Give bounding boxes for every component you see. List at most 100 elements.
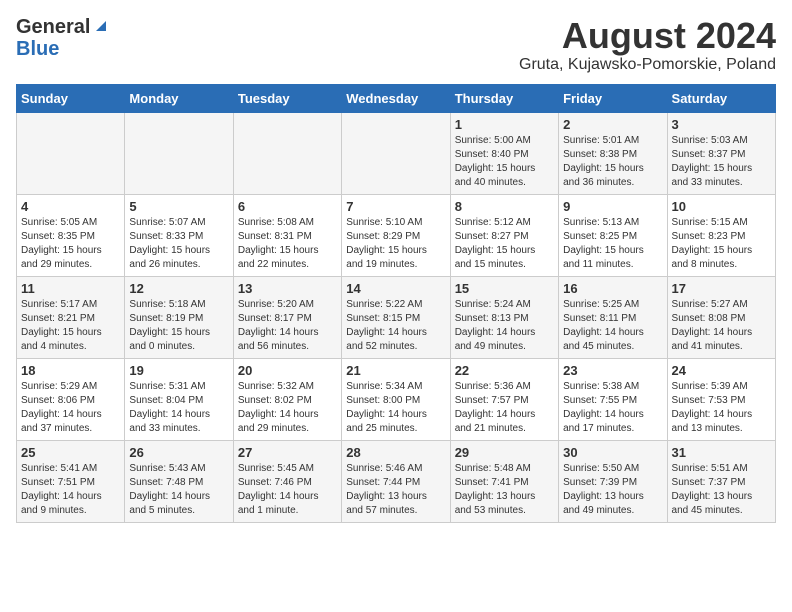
- day-number: 15: [455, 281, 554, 296]
- calendar-cell: 12Sunrise: 5:18 AM Sunset: 8:19 PM Dayli…: [125, 276, 233, 358]
- day-info: Sunrise: 5:51 AM Sunset: 7:37 PM Dayligh…: [672, 462, 771, 518]
- calendar-cell: 26Sunrise: 5:43 AM Sunset: 7:48 PM Dayli…: [125, 440, 233, 522]
- day-number: 4: [21, 199, 120, 214]
- header-thursday: Thursday: [450, 84, 558, 112]
- day-number: 16: [563, 281, 662, 296]
- day-info: Sunrise: 5:22 AM Sunset: 8:15 PM Dayligh…: [346, 298, 445, 354]
- day-info: Sunrise: 5:27 AM Sunset: 8:08 PM Dayligh…: [672, 298, 771, 354]
- day-number: 1: [455, 117, 554, 132]
- header-saturday: Saturday: [667, 84, 775, 112]
- calendar-cell: 9Sunrise: 5:13 AM Sunset: 8:25 PM Daylig…: [559, 194, 667, 276]
- calendar-cell: 2 Sunrise: 5:01 AM Sunset: 8:38 PM Daylig…: [559, 112, 667, 194]
- logo: General Blue: [16, 16, 110, 60]
- day-number: 30: [563, 445, 662, 460]
- day-number: 27: [238, 445, 337, 460]
- day-number: 17: [672, 281, 771, 296]
- day-info: Sunrise: 5:25 AM Sunset: 8:11 PM Dayligh…: [563, 298, 662, 354]
- header-row: Sunday Monday Tuesday Wednesday Thursday…: [17, 84, 776, 112]
- calendar-week-3: 11 Sunrise: 5:17 AM Sunset: 8:21 PM Dayli…: [17, 276, 776, 358]
- calendar-cell: 27Sunrise: 5:45 AM Sunset: 7:46 PM Dayli…: [233, 440, 341, 522]
- day-number: 31: [672, 445, 771, 460]
- day-number: 5: [129, 199, 228, 214]
- calendar-cell: 30 Sunrise: 5:50 AM Sunset: 7:39 PM Dayli…: [559, 440, 667, 522]
- day-info: Sunrise: 5:32 AM Sunset: 8:02 PM Dayligh…: [238, 380, 337, 436]
- calendar-cell: 8Sunrise: 5:12 AM Sunset: 8:27 PM Daylig…: [450, 194, 558, 276]
- header-friday: Friday: [559, 84, 667, 112]
- day-info: Sunrise: 5:46 AM Sunset: 7:44 PM Dayligh…: [346, 462, 445, 518]
- calendar-cell: 6Sunrise: 5:08 AM Sunset: 8:31 PM Daylig…: [233, 194, 341, 276]
- day-info: Sunrise: 5:50 AM Sunset: 7:39 PM Dayligh…: [563, 462, 662, 518]
- day-info: Sunrise: 5:48 AM Sunset: 7:41 PM Dayligh…: [455, 462, 554, 518]
- calendar-cell: 7 Sunrise: 5:10 AM Sunset: 8:29 PM Daylig…: [342, 194, 450, 276]
- calendar-cell: 17 Sunrise: 5:27 AM Sunset: 8:08 PM Dayli…: [667, 276, 775, 358]
- calendar-cell: 18 Sunrise: 5:29 AM Sunset: 8:06 PM Dayli…: [17, 358, 125, 440]
- day-info: Sunrise: 5:34 AM Sunset: 8:00 PM Dayligh…: [346, 380, 445, 436]
- calendar-header: Sunday Monday Tuesday Wednesday Thursday…: [17, 84, 776, 112]
- day-info: Sunrise: 5:17 AM Sunset: 8:21 PM Dayligh…: [21, 298, 120, 354]
- calendar-cell: [125, 112, 233, 194]
- day-number: 29: [455, 445, 554, 460]
- calendar-cell: 1 Sunrise: 5:00 AM Sunset: 8:40 PM Daylig…: [450, 112, 558, 194]
- day-number: 14: [346, 281, 445, 296]
- day-info: Sunrise: 5:29 AM Sunset: 8:06 PM Dayligh…: [21, 380, 120, 436]
- logo-blue: Blue: [16, 38, 59, 60]
- day-number: 11: [21, 281, 120, 296]
- calendar-cell: 10 Sunrise: 5:15 AM Sunset: 8:23 PM Dayli…: [667, 194, 775, 276]
- day-info: Sunrise: 5:41 AM Sunset: 7:51 PM Dayligh…: [21, 462, 120, 518]
- header-tuesday: Tuesday: [233, 84, 341, 112]
- day-info: Sunrise: 5:13 AM Sunset: 8:25 PM Dayligh…: [563, 216, 662, 272]
- calendar-cell: 5Sunrise: 5:07 AM Sunset: 8:33 PM Daylig…: [125, 194, 233, 276]
- day-number: 7: [346, 199, 445, 214]
- day-number: 10: [672, 199, 771, 214]
- day-number: 18: [21, 363, 120, 378]
- day-info: Sunrise: 5:15 AM Sunset: 8:23 PM Dayligh…: [672, 216, 771, 272]
- day-info: Sunrise: 5:10 AM Sunset: 8:29 PM Dayligh…: [346, 216, 445, 272]
- calendar-cell: 22 Sunrise: 5:36 AM Sunset: 7:57 PM Dayli…: [450, 358, 558, 440]
- calendar-week-2: 4Sunrise: 5:05 AM Sunset: 8:35 PM Daylig…: [17, 194, 776, 276]
- day-number: 22: [455, 363, 554, 378]
- day-info: Sunrise: 5:20 AM Sunset: 8:17 PM Dayligh…: [238, 298, 337, 354]
- header-sunday: Sunday: [17, 84, 125, 112]
- calendar-cell: 15 Sunrise: 5:24 AM Sunset: 8:13 PM Dayli…: [450, 276, 558, 358]
- calendar-cell: 29 Sunrise: 5:48 AM Sunset: 7:41 PM Dayli…: [450, 440, 558, 522]
- calendar-cell: 21 Sunrise: 5:34 AM Sunset: 8:00 PM Dayli…: [342, 358, 450, 440]
- day-number: 21: [346, 363, 445, 378]
- calendar-cell: 20 Sunrise: 5:32 AM Sunset: 8:02 PM Dayli…: [233, 358, 341, 440]
- day-number: 20: [238, 363, 337, 378]
- calendar-week-5: 25 Sunrise: 5:41 AM Sunset: 7:51 PM Dayli…: [17, 440, 776, 522]
- calendar-cell: 31 Sunrise: 5:51 AM Sunset: 7:37 PM Dayli…: [667, 440, 775, 522]
- day-info: Sunrise: 5:39 AM Sunset: 7:53 PM Dayligh…: [672, 380, 771, 436]
- calendar-subtitle: Gruta, Kujawsko-Pomorskie, Poland: [519, 56, 776, 74]
- calendar-cell: 25 Sunrise: 5:41 AM Sunset: 7:51 PM Dayli…: [17, 440, 125, 522]
- day-number: 3: [672, 117, 771, 132]
- title-section: August 2024 Gruta, Kujawsko-Pomorskie, P…: [519, 16, 776, 74]
- calendar-cell: 24 Sunrise: 5:39 AM Sunset: 7:53 PM Dayli…: [667, 358, 775, 440]
- calendar-cell: 19Sunrise: 5:31 AM Sunset: 8:04 PM Dayli…: [125, 358, 233, 440]
- calendar-cell: 13Sunrise: 5:20 AM Sunset: 8:17 PM Dayli…: [233, 276, 341, 358]
- day-info: Sunrise: 5:03 AM Sunset: 8:37 PM Dayligh…: [672, 134, 771, 190]
- day-info: Sunrise: 5:24 AM Sunset: 8:13 PM Dayligh…: [455, 298, 554, 354]
- calendar-cell: [17, 112, 125, 194]
- day-number: 25: [21, 445, 120, 460]
- day-info: Sunrise: 5:01 AM Sunset: 8:38 PM Dayligh…: [563, 134, 662, 190]
- calendar-body: 1 Sunrise: 5:00 AM Sunset: 8:40 PM Daylig…: [17, 112, 776, 522]
- day-number: 12: [129, 281, 228, 296]
- calendar-cell: 28Sunrise: 5:46 AM Sunset: 7:44 PM Dayli…: [342, 440, 450, 522]
- calendar-cell: 11 Sunrise: 5:17 AM Sunset: 8:21 PM Dayli…: [17, 276, 125, 358]
- calendar-cell: 16 Sunrise: 5:25 AM Sunset: 8:11 PM Dayli…: [559, 276, 667, 358]
- calendar-cell: 3 Sunrise: 5:03 AM Sunset: 8:37 PM Daylig…: [667, 112, 775, 194]
- day-number: 26: [129, 445, 228, 460]
- calendar-cell: [233, 112, 341, 194]
- calendar-week-1: 1 Sunrise: 5:00 AM Sunset: 8:40 PM Daylig…: [17, 112, 776, 194]
- day-info: Sunrise: 5:36 AM Sunset: 7:57 PM Dayligh…: [455, 380, 554, 436]
- day-info: Sunrise: 5:00 AM Sunset: 8:40 PM Dayligh…: [455, 134, 554, 190]
- logo-general: General: [16, 16, 90, 38]
- calendar-cell: [342, 112, 450, 194]
- calendar-cell: 23Sunrise: 5:38 AM Sunset: 7:55 PM Dayli…: [559, 358, 667, 440]
- day-number: 24: [672, 363, 771, 378]
- day-info: Sunrise: 5:08 AM Sunset: 8:31 PM Dayligh…: [238, 216, 337, 272]
- calendar-cell: 14 Sunrise: 5:22 AM Sunset: 8:15 PM Dayli…: [342, 276, 450, 358]
- day-info: Sunrise: 5:12 AM Sunset: 8:27 PM Dayligh…: [455, 216, 554, 272]
- calendar-table: Sunday Monday Tuesday Wednesday Thursday…: [16, 84, 776, 523]
- day-number: 2: [563, 117, 662, 132]
